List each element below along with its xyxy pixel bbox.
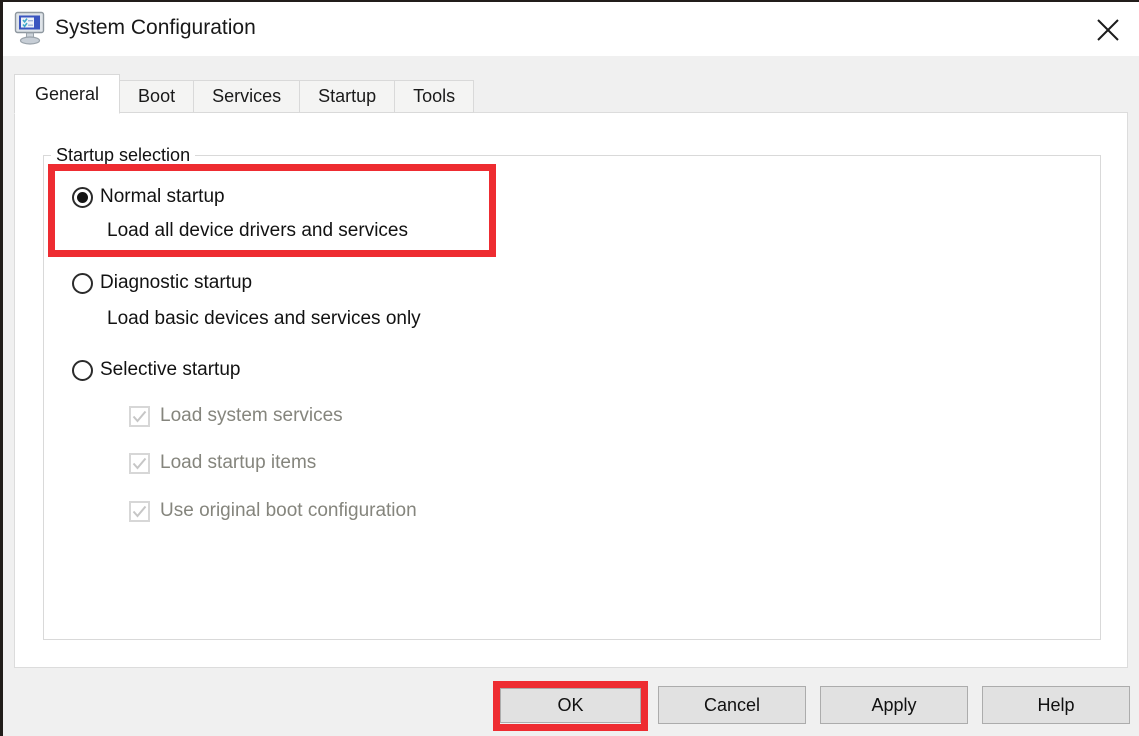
diagnostic-startup-description: Load basic devices and services only [107, 308, 421, 330]
groupbox-label: Startup selection [51, 145, 195, 166]
selective-startup-label: Selective startup [100, 359, 240, 381]
diagnostic-startup-label: Diagnostic startup [100, 272, 252, 294]
diagnostic-startup-option: Diagnostic startup [72, 272, 252, 294]
checkmark-icon [132, 457, 147, 470]
title-bar: System Configuration [3, 2, 1139, 56]
msconfig-monitor-icon [14, 11, 46, 45]
normal-startup-radio[interactable] [72, 187, 93, 208]
general-tab-panel: Startup selection Normal startup Load al… [14, 112, 1128, 668]
system-configuration-window: { "window": { "title": "System Configura… [0, 0, 1139, 736]
load-system-services-row: Load system services [129, 405, 343, 427]
normal-startup-description: Load all device drivers and services [107, 220, 408, 242]
diagnostic-startup-radio[interactable] [72, 273, 93, 294]
tab-boot[interactable]: Boot [120, 80, 194, 113]
load-startup-items-label: Load startup items [160, 452, 316, 474]
startup-selection-groupbox: Startup selection Normal startup Load al… [43, 155, 1101, 640]
use-original-boot-configuration-row: Use original boot configuration [129, 500, 417, 522]
selective-startup-option: Selective startup [72, 359, 240, 381]
use-original-boot-configuration-label: Use original boot configuration [160, 500, 417, 522]
normal-startup-option: Normal startup [72, 186, 225, 208]
tab-services[interactable]: Services [194, 80, 300, 113]
ok-button[interactable]: OK [500, 688, 641, 723]
close-icon [1095, 17, 1121, 43]
tab-general[interactable]: General [14, 74, 120, 114]
checkmark-icon [132, 505, 147, 518]
close-button[interactable] [1091, 13, 1125, 47]
checkmark-icon [132, 410, 147, 423]
use-original-boot-configuration-checkbox [129, 501, 150, 522]
tab-startup[interactable]: Startup [300, 80, 395, 113]
help-button[interactable]: Help [982, 686, 1130, 724]
load-system-services-label: Load system services [160, 405, 343, 427]
selective-startup-radio[interactable] [72, 360, 93, 381]
normal-startup-label: Normal startup [100, 186, 225, 208]
cancel-button[interactable]: Cancel [658, 686, 806, 724]
load-startup-items-checkbox [129, 453, 150, 474]
load-startup-items-row: Load startup items [129, 452, 316, 474]
load-system-services-checkbox [129, 406, 150, 427]
apply-button[interactable]: Apply [820, 686, 968, 724]
window-title: System Configuration [55, 2, 256, 56]
tab-strip: General Boot Services Startup Tools [14, 73, 474, 113]
tab-tools[interactable]: Tools [395, 80, 474, 113]
